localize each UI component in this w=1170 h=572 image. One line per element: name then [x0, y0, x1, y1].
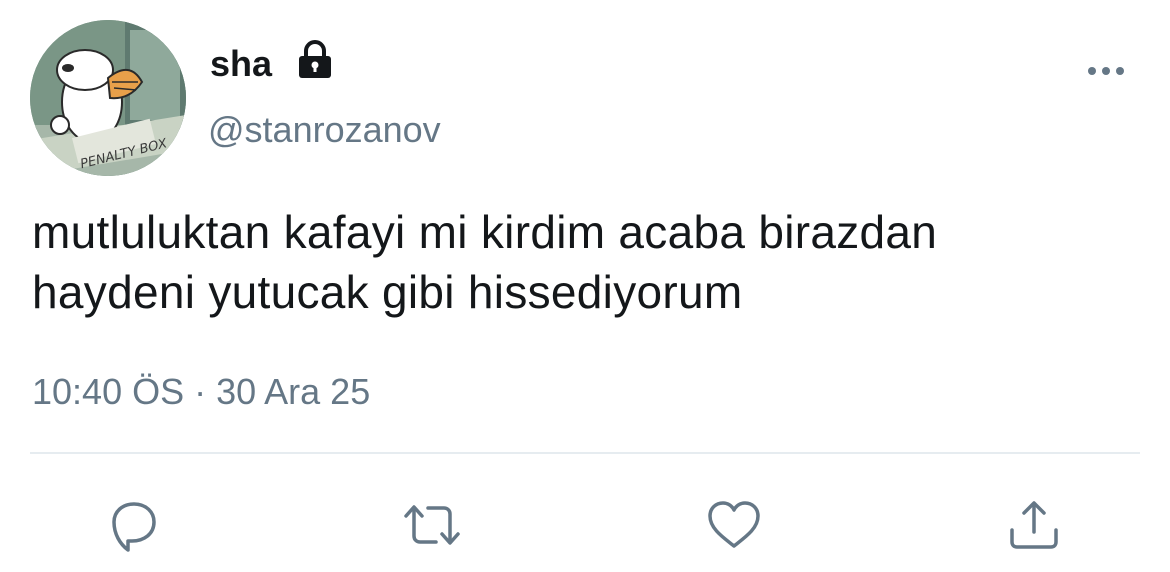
- speech-bubble-icon: [112, 502, 156, 552]
- share-icon: [1010, 501, 1058, 549]
- reply-button[interactable]: [104, 496, 164, 556]
- display-name[interactable]: sha: [210, 42, 272, 86]
- tweet-text-line: mutluluktan kafayi mi kirdim acaba biraz…: [32, 206, 938, 258]
- tweet-card: PENALTY BOX sha @stanrozanov mutluluktan…: [0, 0, 1170, 572]
- more-options-icon[interactable]: [1082, 58, 1130, 84]
- tweet-text-line: haydeni yutucak gibi hissediyorum: [32, 266, 743, 318]
- retweet-icon: [404, 505, 460, 545]
- avatar-image: PENALTY BOX: [30, 20, 186, 176]
- like-button[interactable]: [704, 496, 764, 556]
- avatar[interactable]: PENALTY BOX: [30, 20, 186, 176]
- share-button[interactable]: [1004, 496, 1064, 556]
- retweet-button[interactable]: [402, 496, 462, 556]
- tweet-text: mutluluktan kafayi mi kirdim acaba biraz…: [32, 202, 1152, 322]
- divider: [30, 452, 1140, 454]
- heart-icon: [708, 501, 760, 548]
- tweet-timestamp[interactable]: 10:40 ÖS · 30 Ara 25: [32, 368, 370, 416]
- user-handle[interactable]: @stanrozanov: [208, 108, 441, 152]
- lock-icon: [299, 40, 331, 78]
